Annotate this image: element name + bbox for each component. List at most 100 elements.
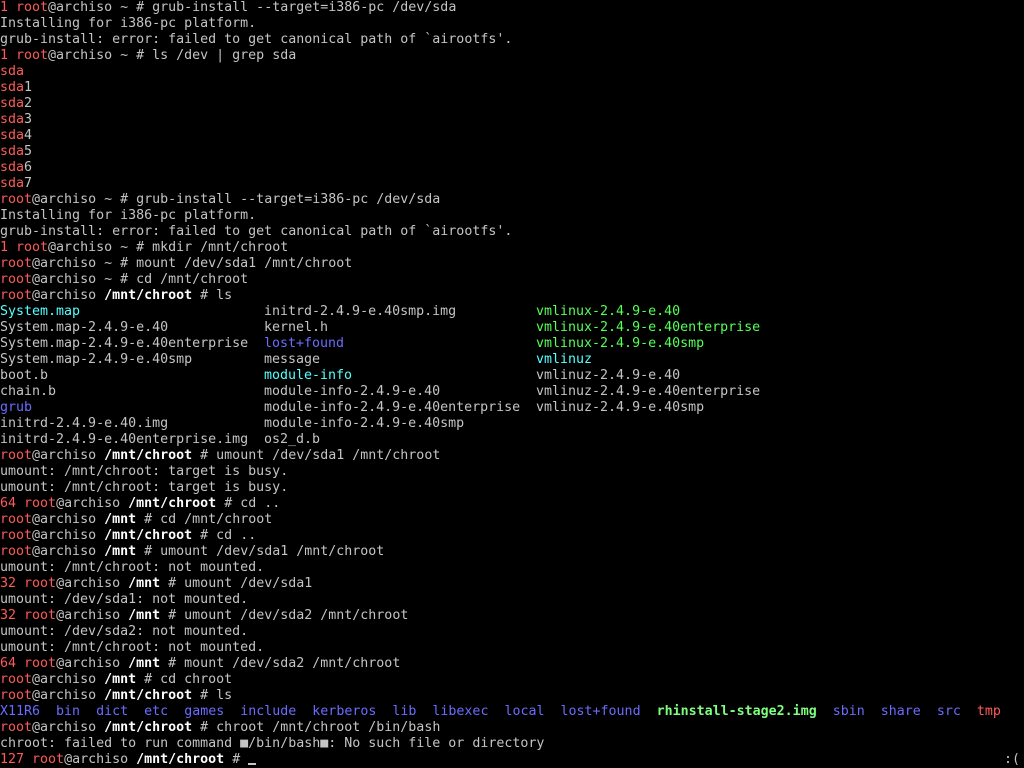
terminal-text: umount: /mnt/chroot: not mounted. bbox=[0, 560, 265, 575]
listing-entry: message bbox=[264, 352, 321, 367]
text-cursor bbox=[248, 763, 257, 765]
listing-entry: System.map bbox=[0, 304, 81, 319]
listing-entry: lost+found bbox=[264, 336, 345, 351]
terminal-text: etc bbox=[144, 704, 169, 719]
terminal-text: sda bbox=[0, 112, 25, 127]
listing-entry: System.map-2.4.9-e.40 bbox=[0, 320, 169, 335]
terminal-line: Installing for i386-pc platform. bbox=[0, 16, 1024, 32]
terminal-line: 127 root@archiso /mnt/chroot # bbox=[0, 752, 1024, 768]
terminal-text: umount: /dev/sda2: not mounted. bbox=[0, 624, 249, 639]
terminal-line: sda bbox=[0, 64, 1024, 80]
terminal-text: tmp bbox=[976, 704, 1001, 719]
terminal-text: sbin bbox=[832, 704, 865, 719]
listing-row: initrd-2.4.9-e.40enterprise.img os2_d.b bbox=[0, 432, 1024, 448]
terminal-line: root@archiso /mnt # cd chroot bbox=[0, 672, 1024, 688]
terminal-text: root bbox=[0, 272, 33, 287]
terminal-line: 64 root@archiso /mnt # mount /dev/sda2 /… bbox=[0, 656, 1024, 672]
terminal-text: # cd chroot bbox=[136, 672, 233, 687]
terminal-line: root@archiso /mnt/chroot # umount /dev/s… bbox=[0, 448, 1024, 464]
terminal-text: Installing for i386-pc platform. bbox=[0, 16, 257, 31]
terminal-text: 7 bbox=[24, 176, 33, 191]
listing-entry: System.map-2.4.9-e.40smp bbox=[0, 352, 193, 367]
terminal-text: # cd .. bbox=[216, 496, 281, 511]
listing-entry: module-info bbox=[264, 368, 353, 383]
listing-entry: module-info-2.4.9-e.40enterprise bbox=[264, 400, 521, 415]
terminal-text: # umount /dev/sda1 /mnt/chroot bbox=[136, 544, 385, 559]
listing-entry: chain.b bbox=[0, 384, 57, 399]
terminal-text: @archiso bbox=[32, 512, 105, 527]
terminal-text: /mnt/chroot bbox=[104, 448, 193, 463]
terminal-text: /mnt bbox=[104, 672, 137, 687]
terminal-text: Installing for i386-pc platform. bbox=[0, 208, 257, 223]
terminal-line: 64 root@archiso /mnt/chroot # cd .. bbox=[0, 496, 1024, 512]
terminal-line: root@archiso /mnt/chroot # chroot /mnt/c… bbox=[0, 720, 1024, 736]
terminal-text: umount: /mnt/chroot: not mounted. bbox=[0, 640, 265, 655]
listing-row: grub module-info-2.4.9-e.40enterprise vmli… bbox=[0, 400, 1024, 416]
terminal-text: @archiso bbox=[56, 496, 129, 511]
terminal-text: root bbox=[16, 240, 49, 255]
directory-listing: System.map initrd-2.4.9-e.40smp.img vmlinu… bbox=[0, 304, 1024, 448]
terminal-text: root bbox=[0, 256, 33, 271]
terminal-text: # umount /dev/sda1 bbox=[160, 576, 313, 591]
terminal-text: root bbox=[0, 512, 33, 527]
listing-entry: os2_d.b bbox=[264, 432, 321, 447]
terminal-line: 1 root@archiso ~ # mkdir /mnt/chroot bbox=[0, 240, 1024, 256]
terminal-text: @archiso bbox=[32, 720, 105, 735]
terminal-text: @archiso bbox=[32, 528, 105, 543]
terminal-line: root@archiso ~ # grub-install --target=i… bbox=[0, 192, 1024, 208]
terminal-text: root bbox=[0, 528, 33, 543]
terminal-line: sda4 bbox=[0, 128, 1024, 144]
terminal-line: X11R6 bin dict etc games include kerbero… bbox=[0, 704, 1024, 720]
terminal-text: @archiso bbox=[56, 608, 129, 623]
listing-entry: vmlinux-2.4.9-e.40enterprise bbox=[536, 320, 761, 335]
listing-entry: vmlinux-2.4.9-e.40smp bbox=[536, 336, 705, 351]
terminal-text: # ls bbox=[192, 688, 233, 703]
terminal-line: root@archiso /mnt # cd /mnt/chroot bbox=[0, 512, 1024, 528]
terminal-line: grub-install: error: failed to get canon… bbox=[0, 32, 1024, 48]
terminal-text: 1 bbox=[24, 80, 33, 95]
listing-entry: vmlinuz-2.4.9-e.40smp bbox=[536, 400, 705, 415]
terminal-text: root bbox=[16, 48, 49, 63]
terminal-line: 32 root@archiso /mnt # umount /dev/sda1 bbox=[0, 576, 1024, 592]
terminal-text: root bbox=[0, 544, 33, 559]
status-indicator: :( bbox=[1003, 752, 1020, 767]
terminal-line: root@archiso /mnt/chroot # cd .. bbox=[0, 528, 1024, 544]
terminal-text: root bbox=[24, 576, 57, 591]
terminal-line: 1 root@archiso ~ # grub-install --target… bbox=[0, 0, 1024, 16]
terminal-screen[interactable]: 1 root@archiso ~ # grub-install --target… bbox=[0, 0, 1024, 768]
terminal-text: /mnt/chroot bbox=[128, 496, 217, 511]
terminal-text: /mnt/chroot bbox=[104, 720, 193, 735]
listing-entry: module-info-2.4.9-e.40 bbox=[264, 384, 441, 399]
terminal-line: sda6 bbox=[0, 160, 1024, 176]
listing-row: System.map initrd-2.4.9-e.40smp.img vmlinu… bbox=[0, 304, 1024, 320]
terminal-text: /mnt/chroot bbox=[104, 688, 193, 703]
terminal-text: umount: /dev/sda1: not mounted. bbox=[0, 592, 249, 607]
terminal-text: @archiso ~ # grub-install --target=i386-… bbox=[48, 0, 457, 15]
terminal-text: rhinstall-stage2.img bbox=[656, 704, 817, 719]
terminal-text: chroot: failed to run command ■/bin/bash… bbox=[0, 736, 545, 751]
terminal-text: /mnt bbox=[128, 608, 161, 623]
terminal-text: @archiso ~ # mkdir /mnt/chroot bbox=[48, 240, 289, 255]
terminal-text: sda bbox=[0, 96, 25, 111]
terminal-text: umount: /mnt/chroot: target is busy. bbox=[0, 464, 289, 479]
terminal-text: root bbox=[0, 720, 33, 735]
terminal-text: # bbox=[224, 752, 249, 767]
terminal-line: root@archiso /mnt/chroot # ls bbox=[0, 288, 1024, 304]
listing-entry: module-info-2.4.9-e.40smp bbox=[264, 416, 465, 431]
terminal-line: root@archiso /mnt/chroot # ls bbox=[0, 688, 1024, 704]
terminal-text: @archiso bbox=[32, 288, 105, 303]
listing-row: chain.b module-info-2.4.9-e.40 vmlinuz-2.4… bbox=[0, 384, 1024, 400]
listing-row: boot.b module-info vmlinuz-2.4.9-e.40 bbox=[0, 368, 1024, 384]
terminal-text: 64 bbox=[0, 656, 25, 671]
terminal-text: @archiso ~ # grub-install --target=i386-… bbox=[32, 192, 441, 207]
terminal-output-before-listing: 1 root@archiso ~ # grub-install --target… bbox=[0, 0, 1024, 304]
terminal-text: root bbox=[0, 288, 33, 303]
terminal-text: # umount /dev/sda1 /mnt/chroot bbox=[192, 448, 441, 463]
terminal-text: dict bbox=[96, 704, 129, 719]
